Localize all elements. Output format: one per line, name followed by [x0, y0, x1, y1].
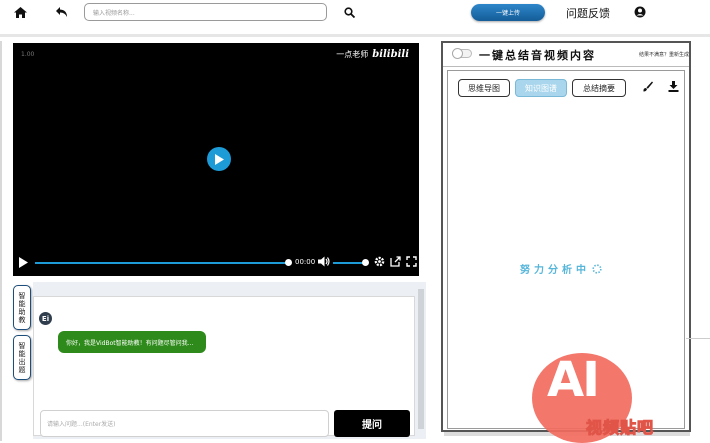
- watermark-ai: AI: [547, 352, 600, 408]
- loading-indicator: 努力分析中: [520, 261, 602, 276]
- question-input-placeholder: 请输入问题...(Enter发送): [47, 421, 116, 428]
- back-arrow-icon[interactable]: [56, 7, 68, 17]
- question-input[interactable]: 请输入问题...(Enter发送): [40, 410, 329, 437]
- tab-knowledge-graph[interactable]: 知识图谱: [515, 79, 567, 97]
- video-watermark: 一点老师 bilibili: [336, 49, 409, 60]
- progress-bar[interactable]: [35, 262, 288, 264]
- search-input[interactable]: 输入视频名称...: [84, 3, 327, 21]
- download-icon[interactable]: [668, 81, 679, 95]
- feedback-link[interactable]: 问题反馈: [566, 5, 610, 21]
- fullscreen-icon[interactable]: [406, 256, 417, 270]
- video-controls: 00:00: [13, 253, 419, 273]
- chat-scrollbar[interactable]: [418, 289, 424, 429]
- tab-summary[interactable]: 总结摘要: [572, 79, 626, 97]
- settings-icon[interactable]: [374, 256, 385, 270]
- summary-title: 一键总结音视频内容: [479, 49, 596, 62]
- current-time: 00:00: [295, 258, 316, 266]
- watermark-text: 视频贴吧: [585, 418, 655, 438]
- regenerate-link[interactable]: 结果不满意？重新生成: [639, 51, 689, 58]
- user-icon[interactable]: [634, 6, 646, 18]
- bot-avatar: Ei: [39, 312, 52, 325]
- ask-button[interactable]: 提问: [334, 410, 410, 437]
- video-author: 一点老师: [336, 50, 369, 59]
- upload-button[interactable]: 一键上传: [471, 4, 545, 21]
- progress-handle[interactable]: [285, 259, 292, 266]
- search-placeholder: 输入视频名称...: [93, 9, 135, 17]
- bilibili-logo: bilibili: [372, 49, 409, 60]
- play-button[interactable]: [207, 147, 231, 171]
- search-icon[interactable]: [344, 7, 355, 18]
- tab-mindmap[interactable]: 思维导图: [458, 79, 510, 97]
- volume-handle[interactable]: [362, 259, 369, 266]
- popout-icon[interactable]: [390, 256, 401, 270]
- bot-message: 你好，我是VidBot智能助教！有问题尽管问我...: [58, 331, 206, 353]
- tab-ai-assistant[interactable]: 智能助教: [13, 285, 31, 330]
- play-control-icon[interactable]: [19, 257, 28, 271]
- edge-divider: [686, 338, 710, 339]
- tab-ai-quiz[interactable]: 智能出题: [13, 335, 31, 380]
- brush-icon[interactable]: [642, 81, 653, 95]
- video-player[interactable]: 1.00 一点老师 bilibili 00:00: [13, 43, 419, 276]
- video-playback-rate: 1.00: [21, 51, 35, 58]
- left-border: [0, 41, 2, 441]
- play-icon: [215, 153, 224, 165]
- summary-toggle-knob[interactable]: [452, 48, 463, 59]
- top-bar: 输入视频名称... 一键上传 问题反馈: [0, 0, 710, 34]
- header-divider: [0, 34, 710, 37]
- spinner-icon: [592, 263, 602, 274]
- home-icon[interactable]: [14, 7, 27, 18]
- chat-panel: Ei 你好，我是VidBot智能助教！有问题尽管问我... 请输入问题...(E…: [33, 296, 415, 437]
- summary-header: 一键总结音视频内容 结果不满意？重新生成: [443, 43, 689, 67]
- loading-label: 努力分析中: [520, 265, 590, 276]
- volume-icon[interactable]: [318, 256, 330, 270]
